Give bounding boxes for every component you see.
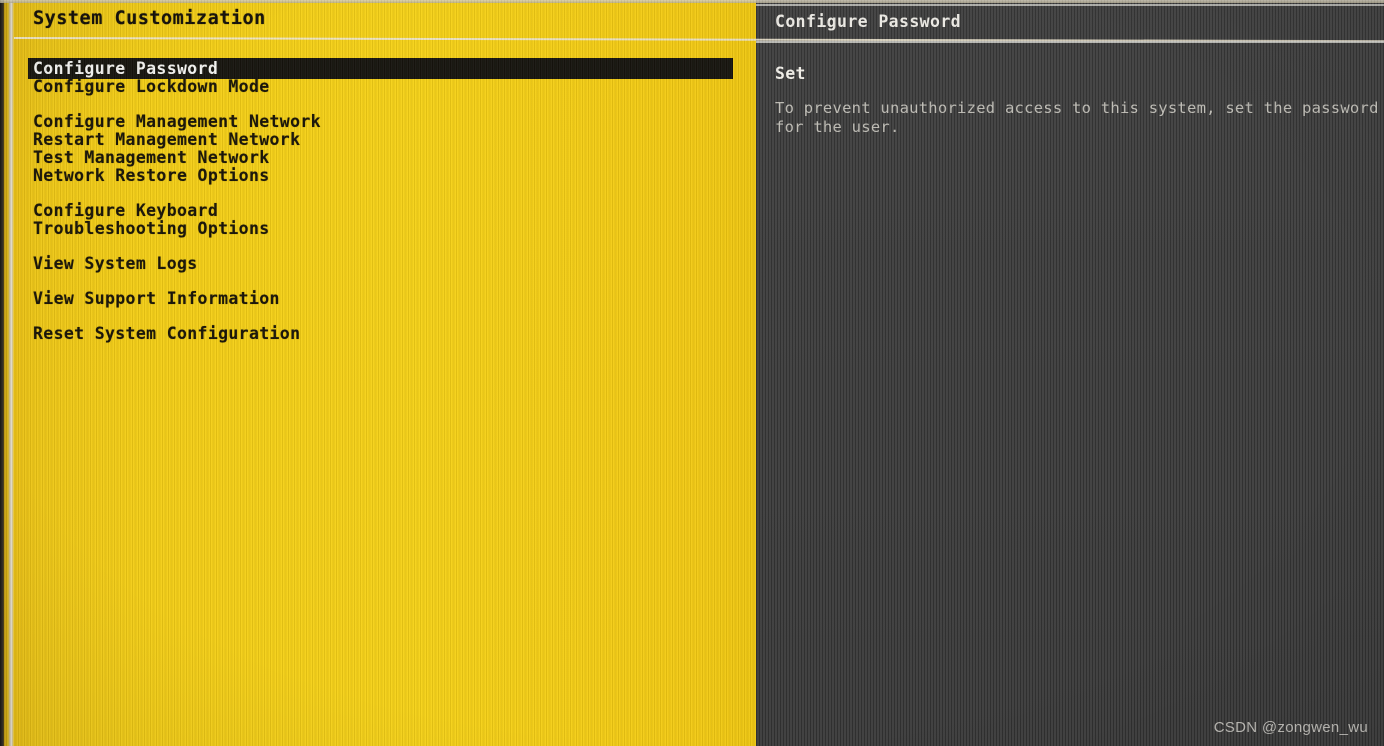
detail-pane-description: To prevent unauthorized access to this s…: [775, 99, 1379, 136]
menu-item[interactable]: Configure Keyboard: [0, 202, 756, 220]
menu-item[interactable]: Restart Management Network: [0, 131, 756, 149]
detail-pane-bottom-divider: [756, 41, 1384, 43]
menu-item[interactable]: Reset System Configuration: [0, 325, 756, 343]
menu-item[interactable]: View System Logs: [0, 255, 756, 273]
monitor-bezel-left: [0, 0, 4, 746]
menu-item[interactable]: Troubleshooting Options: [0, 220, 756, 238]
main-menu[interactable]: Configure Password Configure Lockdown Mod…: [0, 58, 756, 343]
detail-pane-heading: Set: [775, 64, 806, 83]
watermark: CSDN @zongwen_wu: [1213, 719, 1368, 736]
detail-pane-title: Configure Password: [775, 12, 962, 31]
menu-item[interactable]: View Support Information: [0, 290, 756, 308]
menu-item[interactable]: Configure Password: [0, 58, 756, 79]
detail-pane-top-divider: [756, 4, 1384, 6]
menu-item[interactable]: Configure Lockdown Mode: [0, 78, 756, 96]
detail-pane: Configure Password Set To prevent unauth…: [756, 0, 1384, 746]
menu-item[interactable]: Configure Management Network: [0, 113, 756, 131]
system-customization-pane: System Customization Configure Password C…: [0, 0, 756, 746]
dcui-screen: System Customization Configure Password C…: [0, 0, 1384, 746]
menu-item[interactable]: Network Restore Options: [0, 167, 756, 185]
monitor-bezel-top: [0, 0, 1384, 3]
menu-item[interactable]: Test Management Network: [0, 149, 756, 167]
page-title: System Customization: [33, 8, 266, 29]
